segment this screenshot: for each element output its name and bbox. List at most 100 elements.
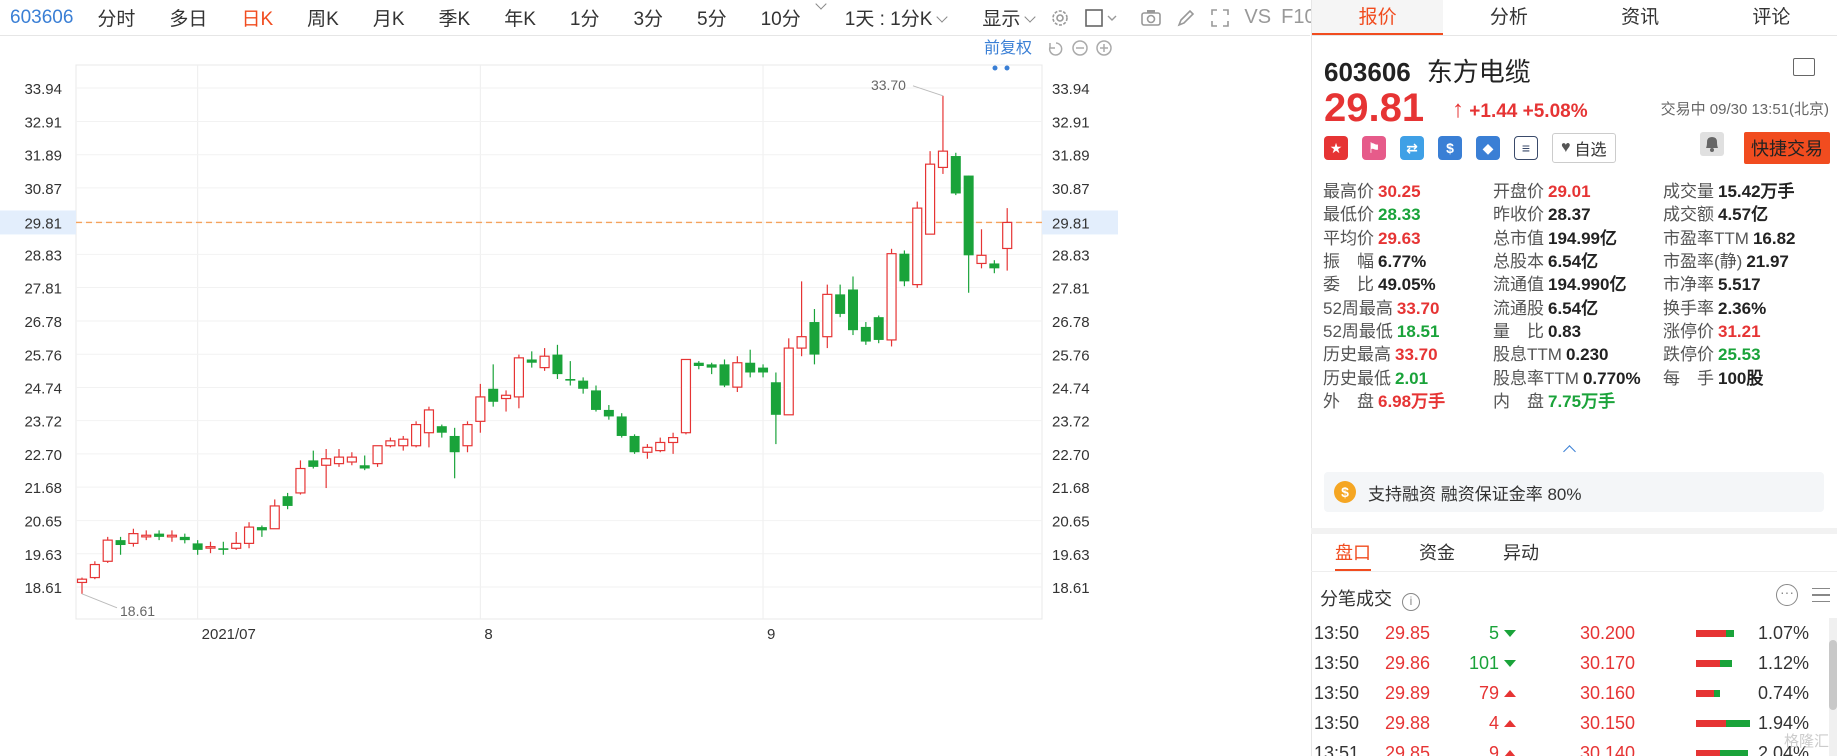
subtab-2[interactable]: 异动 [1479,534,1563,571]
tag-icon[interactable]: ◆ [1476,136,1500,160]
camera-icon[interactable] [1140,7,1162,29]
chevron-down-icon[interactable] [815,0,827,10]
y-tick-label-right: 32.91 [1052,115,1090,132]
candle-body-down [192,543,203,550]
tick-ratio-bar [1696,749,1748,756]
stat-label: 量 比 [1493,321,1544,341]
period-tab[interactable]: 5分 [697,4,727,31]
watchlist-label: 自选 [1574,142,1607,159]
stat-label: 市盈率TTM [1663,228,1749,248]
stat-value: 6.98万手 [1378,391,1446,411]
y-tick-label-left: 31.89 [24,148,62,165]
period-tab[interactable]: 日K [241,4,273,31]
shuffle-icon[interactable]: ⇄ [1400,136,1424,160]
candle-body-down [449,435,460,453]
info-icon[interactable]: i [1402,593,1420,611]
stat-value: 2.36% [1718,298,1767,318]
chevron-down-icon [936,11,949,23]
stat-value: 0.770% [1582,368,1641,388]
vs-button[interactable]: VS [1244,6,1271,29]
candle-body-down [526,359,537,363]
tick-header: 分笔成交 i [1320,585,1420,611]
stat-cell [1663,389,1833,409]
china-flag-icon[interactable]: ★ [1324,136,1348,160]
kline-svg: 33.94 33.94 32.91 32.91 31.89 31.89 30.87 30.87… [0,39,1118,643]
interval-select[interactable]: 1天 : 1分K [845,4,949,31]
period-tab[interactable]: 分时 [97,4,135,31]
subtab-1[interactable]: 资金 [1395,534,1479,571]
stat-label: 振 幅 [1323,252,1374,272]
fullscreen-icon[interactable] [1210,7,1230,29]
tick-bid-price: 30.200 [1580,622,1636,643]
period-tab[interactable]: 10分 [761,4,801,31]
y-tick-label-left: 19.63 [24,547,62,564]
stock-code-link[interactable]: 603606 [10,7,73,29]
y-tick-label-left: 28.83 [24,247,62,264]
stat-value: 0.230 [1565,345,1609,365]
candle-body-down [591,390,601,410]
x-axis-label: 9 [767,626,775,643]
tick-title: 分笔成交 [1320,589,1392,609]
tick-list: 13:50 29.85 5 30.200 1.07% 13:50 29.86 101 30.17… [1311,618,1837,756]
scroll-thumb[interactable] [1829,640,1837,710]
tab-0[interactable]: 报价 [1312,0,1444,35]
tab-1[interactable]: 分析 [1443,0,1574,35]
tab-3[interactable]: 评论 [1706,0,1837,35]
stat-cell: 涨停价 31.21 [1663,317,1833,342]
quick-trade-button[interactable]: 快捷交易 [1744,132,1830,164]
tick-price: 29.88 [1385,712,1431,733]
period-tab[interactable]: 年K [504,4,536,31]
menu-icon[interactable] [1812,588,1830,602]
candle-body-down [873,317,884,340]
bell-icon[interactable] [1700,132,1724,161]
period-tab[interactable]: 月K [373,4,405,31]
tick-ratio-bar [1696,659,1732,667]
high-marker-label: 33.70 [871,77,906,93]
kline-chart[interactable]: 33.94 33.94 32.91 32.91 31.89 31.89 30.87 30.87… [0,37,1310,756]
stats-row: 52周最低 18.51 量 比 0.83 涨停价 31.21 [1323,318,1833,341]
undo-icon[interactable] [1048,42,1063,56]
candle-body-down [179,536,190,541]
notebook-icon[interactable]: ≡ [1514,136,1538,160]
add-watchlist-button[interactable]: ♥ 自选 [1552,133,1616,163]
finance-banner[interactable]: $ 支持融资 融资保证金率 80% [1324,472,1824,512]
list-icon[interactable] [1793,58,1815,76]
stat-label: 成交量 [1663,182,1714,202]
stat-cell: 52周最低 18.51 [1323,317,1493,342]
tick-bid-price: 30.150 [1580,712,1636,733]
stat-value: 31.21 [1718,321,1761,341]
runner-icon[interactable]: ⚑ [1362,136,1386,160]
gear-icon[interactable] [1050,7,1070,29]
subtab-0[interactable]: 盘口 [1311,534,1395,571]
display-select[interactable]: 显示 [982,4,1037,31]
y-tick-label-right: 31.89 [1052,148,1090,165]
period-tab[interactable]: 多日 [169,4,207,31]
pen-icon[interactable] [1176,7,1196,29]
tab-2[interactable]: 资讯 [1575,0,1706,35]
square-select-icon[interactable] [1084,7,1118,29]
heart-icon: ♥ [1561,139,1571,156]
tick-time: 13:50 [1314,622,1360,643]
candle-body-down [950,156,961,194]
stats-row: 历史最高 33.70 股息TTM 0.230 跌停价 25.53 [1323,341,1833,364]
period-tab[interactable]: 季K [439,4,471,31]
stat-value: 6.54亿 [1548,252,1599,272]
stat-value: 6.54亿 [1548,298,1599,318]
more-icon[interactable]: ··· [1776,584,1798,606]
candle-body-up [205,546,216,549]
tick-scrollbar[interactable] [1829,618,1837,756]
stat-value: 15.42万手 [1718,182,1795,202]
period-tab[interactable]: 周K [307,4,339,31]
dollar-icon[interactable]: $ [1438,136,1462,160]
stat-cell: 流通值 194.990亿 [1493,270,1663,295]
candle-body-up [385,440,396,447]
stat-cell: 振 幅 6.77% [1323,247,1493,272]
stat-label: 外 盘 [1323,391,1374,411]
coin-icon: $ [1334,481,1356,503]
candle-body-up [642,446,653,453]
period-tab[interactable]: 3分 [633,4,663,31]
period-tab[interactable]: 1分 [570,4,600,31]
stat-label: 开盘价 [1493,182,1544,202]
fuquan-button[interactable]: 前复权 [984,39,1032,57]
candle-body-up [937,150,949,169]
